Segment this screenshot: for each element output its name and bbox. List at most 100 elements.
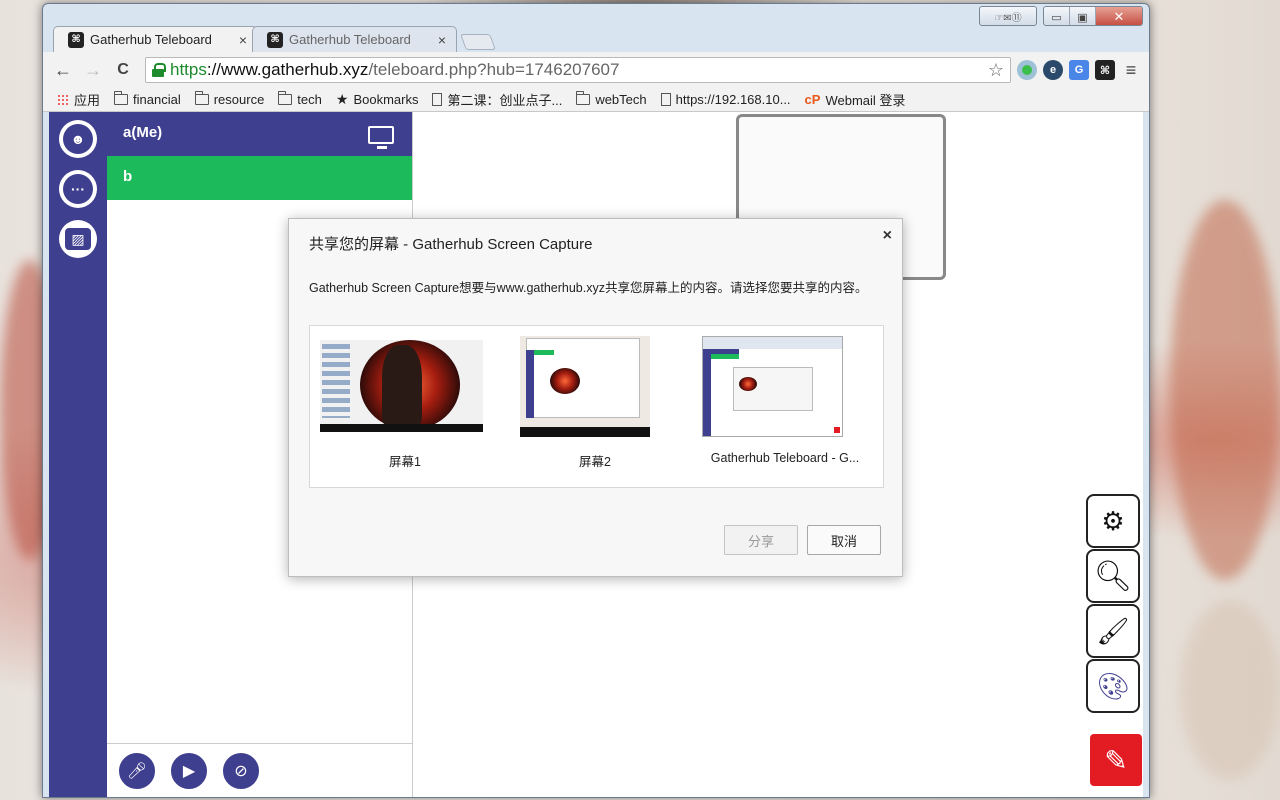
user-row-b[interactable]: b	[107, 156, 412, 200]
star-icon: ★	[335, 91, 349, 107]
brush-button[interactable]: 🖌︎	[1086, 604, 1140, 658]
folder-icon	[576, 91, 591, 105]
extension-green-icon[interactable]	[1017, 60, 1037, 80]
share-screen-dialog: 共享您的屏幕 - Gatherhub Screen Capture × Gath…	[288, 218, 903, 577]
palette-icon: 🎨︎	[1096, 670, 1130, 701]
url-host: ://www.gatherhub.xyz	[206, 60, 369, 79]
reload-button[interactable]: C	[111, 58, 135, 82]
bookmark-label: 应用	[74, 93, 101, 108]
screen-off-button[interactable]: ⊘	[223, 752, 259, 789]
image-button[interactable]: ▨	[59, 220, 97, 258]
magnifier-icon: 🔍︎	[1093, 559, 1133, 593]
chat-button[interactable]: ···	[59, 170, 97, 208]
folder-icon	[114, 91, 129, 105]
source-screen-1[interactable]: 屏幕1	[310, 326, 500, 487]
bookmark-label: resource	[213, 92, 265, 107]
window-button-group: ▭ ▣ ✕	[1043, 6, 1143, 26]
video-button[interactable]: ▶	[171, 752, 207, 789]
media-controls: 🎤︎ ▶ ⊘	[107, 743, 412, 797]
user-row-me[interactable]: a(Me)	[107, 112, 412, 156]
profile-button[interactable]: ☻	[59, 120, 97, 158]
settings-button[interactable]: ⚙	[1086, 494, 1140, 548]
bookmark-lesson[interactable]: 第二课：创业点子...	[432, 90, 562, 109]
bookmark-apps[interactable]: 应用	[57, 90, 100, 109]
back-button[interactable]: ←	[51, 58, 75, 82]
cancel-button[interactable]: 取消	[807, 525, 881, 555]
apps-icon	[57, 93, 69, 106]
wallpaper-smudge	[1180, 600, 1280, 780]
close-window-button[interactable]: ✕	[1096, 7, 1142, 25]
source-label: Gatherhub Teleboard - G...	[710, 451, 860, 465]
screen-2-thumbnail	[520, 336, 650, 437]
bookmark-label: tech	[297, 92, 322, 107]
dialog-title: 共享您的屏幕 - Gatherhub Screen Capture	[309, 236, 593, 253]
user-name: b	[123, 168, 133, 185]
source-screen-2[interactable]: 屏幕2	[500, 326, 690, 487]
bookmark-resource[interactable]: resource	[194, 91, 265, 107]
tab-close-icon[interactable]: ×	[239, 32, 247, 48]
bookmark-label: financial	[133, 92, 181, 107]
gatherhub-extension-icon[interactable]: ⌘	[1095, 60, 1115, 80]
maximize-button[interactable]: ▣	[1070, 7, 1096, 25]
bookmarks-bar: 应用 financial resource tech ★ Bookmarks 第二…	[43, 88, 1149, 112]
share-button[interactable]: 分享	[724, 525, 798, 555]
tab-active[interactable]: ⌘ Gatherhub Teleboard ×	[53, 26, 258, 52]
url-scheme: https	[170, 60, 207, 79]
microphone-button[interactable]: 🎤︎	[119, 752, 155, 789]
extension-e-icon[interactable]: e	[1043, 60, 1063, 80]
source-label: 屏幕2	[579, 455, 611, 469]
bookmark-webmail[interactable]: cP Webmail 登录	[805, 90, 906, 109]
tab-title: Gatherhub Teleboard	[90, 32, 212, 47]
screen-share-icon[interactable]	[368, 126, 394, 149]
bookmark-bookmarks[interactable]: ★ Bookmarks	[336, 91, 419, 108]
browser-menu-icon[interactable]: ≡	[1121, 60, 1141, 81]
dialog-close-icon[interactable]: ×	[883, 227, 892, 245]
bookmark-star-icon[interactable]: ☆	[988, 60, 1004, 81]
browser-toolbar: ← → C https://www.gatherhub.xyz/teleboar…	[43, 52, 1149, 88]
window-controls: ☞✉⑪ ▭ ▣ ✕	[979, 6, 1143, 26]
new-tab-button[interactable]	[460, 34, 496, 50]
gatherhub-favicon-icon: ⌘	[267, 31, 283, 48]
left-rail: ☻ ··· ▨	[49, 112, 107, 797]
webmail-icon: cP	[804, 92, 821, 107]
bookmark-label: Webmail 登录	[825, 93, 906, 108]
user-icon: ☻	[63, 124, 93, 154]
bookmark-tech[interactable]: tech	[278, 91, 322, 107]
page-icon	[432, 93, 443, 106]
page-icon	[660, 93, 671, 106]
lock-icon	[152, 63, 166, 77]
folder-icon	[194, 91, 209, 105]
window-extra-button[interactable]: ☞✉⑪	[979, 6, 1037, 26]
google-translate-icon[interactable]: G	[1069, 60, 1089, 80]
url-path: /teleboard.php?hub=1746207607	[368, 60, 620, 79]
tab-inactive[interactable]: ⌘ Gatherhub Teleboard ×	[252, 26, 457, 52]
no-screen-icon: ⊘	[234, 762, 248, 780]
source-window-teleboard[interactable]: Gatherhub Teleboard - G...	[690, 326, 880, 487]
chat-icon: ···	[63, 174, 93, 204]
source-picker: 屏幕1 屏幕2 Gatherhub Teleboard - G...	[309, 325, 884, 488]
pencil-icon: ✎	[1104, 744, 1128, 776]
bookmark-label: Bookmarks	[353, 92, 419, 107]
screen-1-thumbnail	[320, 340, 483, 432]
bookmark-ip[interactable]: https://192.168.10...	[660, 92, 791, 107]
palette-button[interactable]: 🎨︎	[1086, 659, 1140, 713]
bookmark-label: webTech	[595, 92, 647, 107]
tab-strip: ⌘ Gatherhub Teleboard × ⌘ Gatherhub Tele…	[53, 26, 496, 52]
pen-button[interactable]: ✎	[1090, 734, 1142, 786]
window-thumbnail	[702, 336, 843, 437]
tab-title: Gatherhub Teleboard	[289, 32, 411, 47]
bookmark-financial[interactable]: financial	[114, 91, 181, 107]
forward-button[interactable]: →	[81, 58, 105, 82]
zoom-button[interactable]: 🔍︎	[1086, 549, 1140, 603]
gatherhub-favicon-icon: ⌘	[68, 31, 84, 48]
minimize-button[interactable]: ▭	[1044, 7, 1070, 25]
address-bar[interactable]: https://www.gatherhub.xyz/teleboard.php?…	[145, 57, 1011, 83]
source-label: 屏幕1	[389, 455, 421, 469]
tab-close-icon[interactable]: ×	[438, 32, 446, 48]
image-icon: ▨	[65, 228, 91, 250]
brush-icon: 🖌︎	[1096, 615, 1130, 646]
video-camera-icon: ▶	[182, 762, 196, 780]
microphone-icon: 🎤︎	[126, 762, 148, 780]
user-name: a(Me)	[123, 124, 163, 141]
bookmark-webtech[interactable]: webTech	[576, 91, 647, 107]
